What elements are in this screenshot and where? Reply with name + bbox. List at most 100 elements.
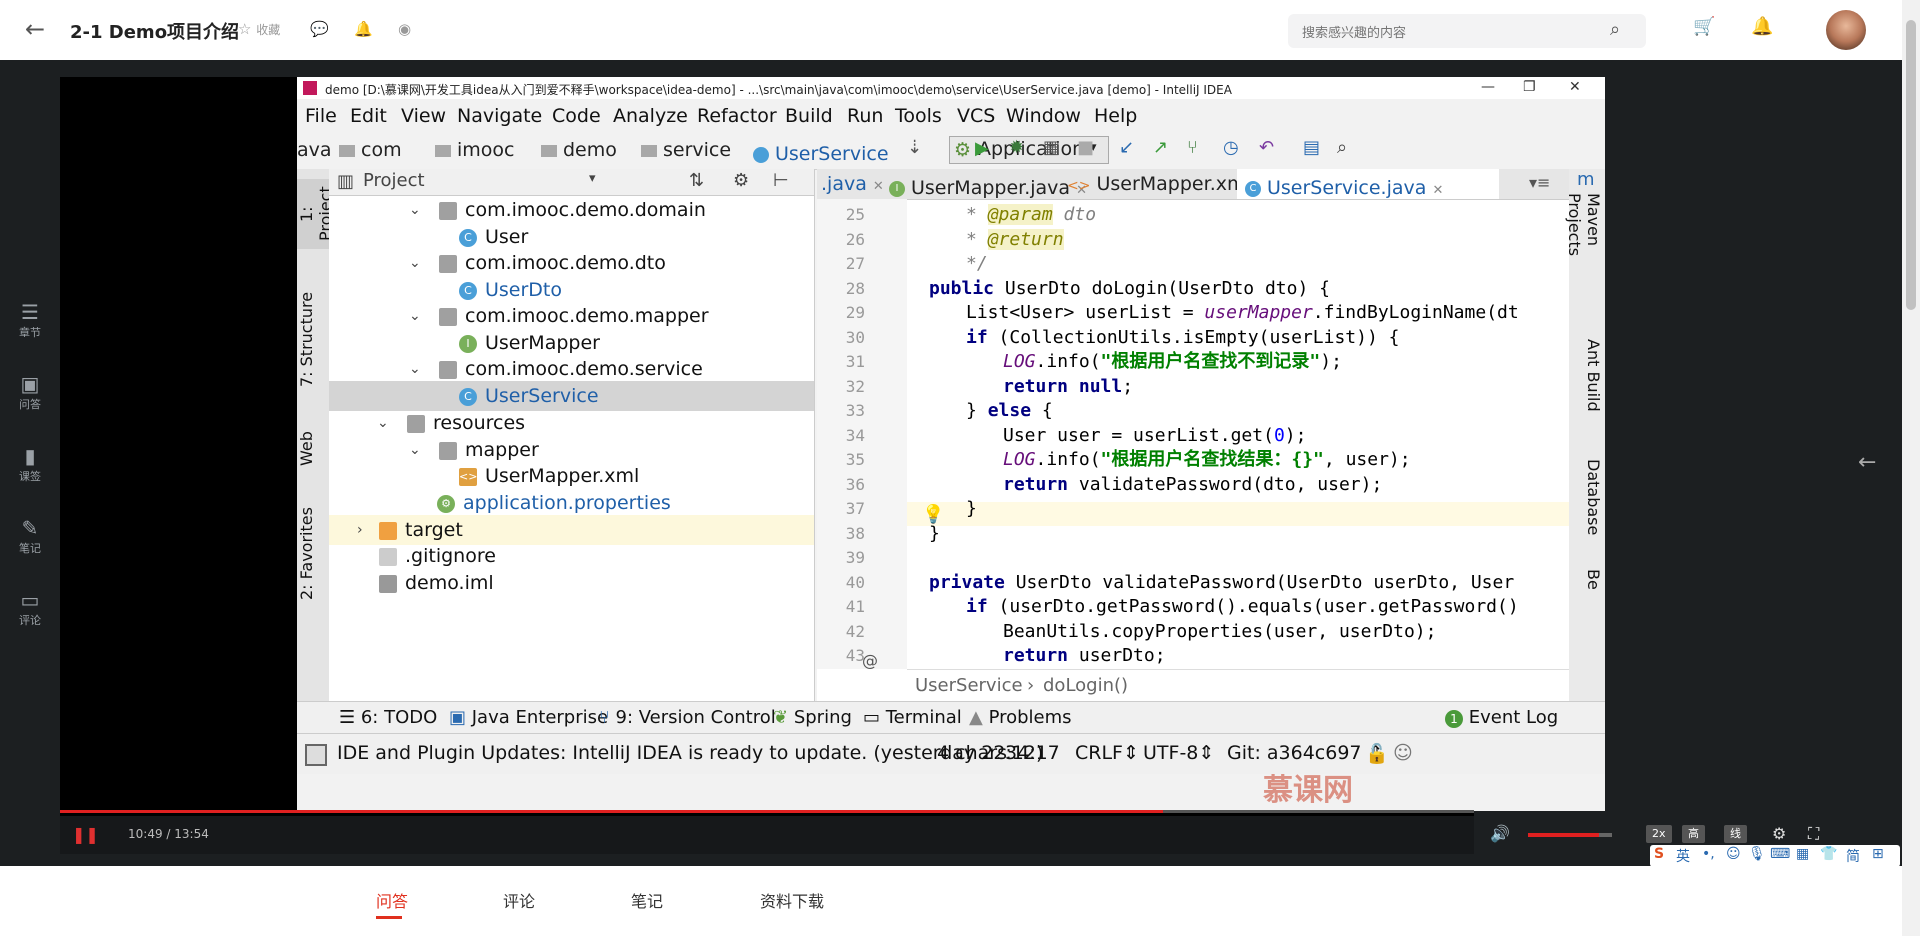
code-line[interactable]: if (CollectionUtils.isEmpty(userList)) {: [966, 326, 1400, 351]
hide-panel-icon[interactable]: ⊢: [773, 170, 789, 191]
editor-tab[interactable]: .java ✕: [821, 173, 884, 195]
menu-run[interactable]: Run: [847, 105, 883, 127]
vcs-revert-icon[interactable]: ↶: [1259, 137, 1274, 158]
menu-window[interactable]: Window: [1006, 105, 1081, 127]
tree-item[interactable]: ⌄ com.imooc.demo.domain: [409, 195, 706, 225]
ime-simplified[interactable]: 简: [1846, 846, 1860, 866]
notification-bell-icon[interactable]: 🔔: [1751, 16, 1773, 37]
settings-gear-icon[interactable]: ⚙: [1772, 824, 1786, 843]
tree-item-selected[interactable]: C UserService: [459, 381, 599, 411]
menu-tools[interactable]: Tools: [895, 105, 942, 127]
collapse-all-icon[interactable]: ⇅: [689, 170, 704, 191]
tool-java-enterprise[interactable]: ▣ Java Enterprise: [449, 707, 608, 728]
inspector-icon[interactable]: ☺: [1393, 742, 1413, 764]
tree-item[interactable]: ⌄ com.imooc.demo.service: [409, 354, 703, 384]
search-everywhere-icon[interactable]: ⌕: [1337, 137, 1347, 158]
vcs-update-icon[interactable]: ↙: [1119, 137, 1134, 158]
tool-spring[interactable]: ❦ Spring: [773, 707, 852, 728]
code-line[interactable]: return userDto;: [1003, 644, 1166, 669]
page-scrollbar[interactable]: [1902, 0, 1920, 936]
code-line[interactable]: BeanUtils.copyProperties(user, userDto);: [1003, 620, 1436, 645]
punctuation-icon[interactable]: •,: [1702, 846, 1715, 862]
tab-downloads[interactable]: 资料下载: [760, 888, 824, 912]
tool-todo[interactable]: ☰ 6: TODO: [339, 707, 437, 728]
tool-problems[interactable]: ▲ Problems: [969, 707, 1072, 728]
close-icon[interactable]: ✕: [1569, 79, 1581, 95]
tree-item[interactable]: ⌄ com.imooc.demo.mapper: [409, 301, 709, 331]
avatar[interactable]: [1826, 10, 1866, 50]
layout-toggle-icon[interactable]: [305, 744, 327, 766]
coverage-icon[interactable]: ▦: [1043, 137, 1060, 158]
code-line[interactable]: return validatePassword(dto, user);: [1003, 473, 1382, 498]
speed-button[interactable]: 2x: [1646, 825, 1672, 843]
tool-version-control[interactable]: ⑂ 9: Version Control: [599, 707, 776, 728]
vcs-history-icon[interactable]: ◷: [1223, 137, 1239, 158]
nav-crumb[interactable]: demo: [541, 139, 617, 161]
qq-share-icon[interactable]: 🔔: [354, 20, 373, 38]
tree-item[interactable]: ⌄ com.imooc.demo.dto: [409, 248, 666, 278]
breadcrumb-class[interactable]: UserService: [915, 675, 1023, 696]
status-caret[interactable]: 34:17: [1005, 742, 1060, 764]
tab-qa[interactable]: 问答: [376, 888, 408, 912]
pause-icon[interactable]: ❚❚: [72, 825, 99, 844]
code-line[interactable]: */: [966, 252, 988, 277]
search-icon[interactable]: ⌕: [1610, 19, 1620, 40]
search-input[interactable]: [1300, 20, 1604, 44]
breadcrumb-method[interactable]: doLogin(): [1043, 675, 1128, 696]
stop-icon[interactable]: ■: [1077, 137, 1094, 158]
tab-list-icon[interactable]: ▾≡: [1529, 173, 1550, 192]
code-line[interactable]: List<User> userList = userMapper.findByL…: [966, 301, 1519, 326]
tree-item[interactable]: .gitignore: [379, 541, 496, 571]
code-line[interactable]: * @return: [966, 228, 1064, 253]
tool-event-log[interactable]: 1 Event Log: [1445, 707, 1558, 728]
menu-vcs[interactable]: VCS: [957, 105, 995, 127]
grid-icon[interactable]: ⊞: [1872, 846, 1884, 862]
rail-item-courseware[interactable]: ▮ 课签: [0, 444, 60, 484]
collapse-arrow-icon[interactable]: ←: [1858, 450, 1876, 475]
gear-icon[interactable]: ⚙: [733, 170, 749, 191]
menu-file[interactable]: File: [305, 105, 337, 127]
menu-refactor[interactable]: Refactor: [697, 105, 777, 127]
project-structure-icon[interactable]: ▤: [1303, 137, 1320, 158]
status-line-separator[interactable]: CRLF⇕: [1075, 742, 1139, 764]
tab-notes[interactable]: 笔记: [631, 888, 663, 912]
code-line[interactable]: LOG.info("根据用户名查找不到记录");: [1003, 350, 1342, 375]
menu-help[interactable]: Help: [1094, 105, 1137, 127]
line-button[interactable]: 线路: [1724, 825, 1747, 858]
nav-crumb[interactable]: imooc: [435, 139, 514, 161]
volume-icon[interactable]: 🔊: [1490, 824, 1510, 843]
nav-crumb[interactable]: ava: [297, 139, 332, 161]
volume-slider[interactable]: [1528, 833, 1612, 837]
code-line[interactable]: private UserDto validatePassword(UserDto…: [929, 571, 1514, 596]
quality-button[interactable]: 高清: [1682, 825, 1705, 858]
debug-icon[interactable]: ✹: [1009, 137, 1024, 158]
back-arrow-icon[interactable]: ←: [20, 14, 50, 44]
lock-icon[interactable]: 🔓: [1365, 742, 1389, 765]
toolbox-icon[interactable]: ▦: [1796, 846, 1809, 862]
tree-item[interactable]: ⌄ resources: [377, 408, 525, 438]
fullscreen-icon[interactable]: ⛶: [1808, 824, 1819, 844]
code-line[interactable]: }: [929, 522, 940, 547]
minimize-icon[interactable]: —: [1481, 79, 1495, 95]
tab-beans[interactable]: Be: [1571, 569, 1603, 609]
nav-crumb[interactable]: UserService: [753, 139, 889, 169]
chevron-down-icon[interactable]: ▾: [589, 171, 596, 186]
tab-database[interactable]: Database: [1571, 459, 1603, 539]
rail-item-note[interactable]: ✎ 笔记: [0, 516, 60, 556]
tab-comments[interactable]: 评论: [503, 888, 535, 912]
menu-navigate[interactable]: Navigate: [457, 105, 542, 127]
tab-ant-build[interactable]: Ant Build: [1571, 339, 1603, 419]
editor-tab[interactable]: I UserMapper.java ✕: [889, 173, 1087, 203]
code-line[interactable]: * @param dto: [966, 203, 1096, 228]
tree-item[interactable]: ⚙ application.properties: [437, 488, 671, 518]
maximize-icon[interactable]: ❐: [1523, 79, 1536, 95]
tab-project[interactable]: 1: Project: [297, 179, 335, 249]
menu-build[interactable]: Build: [785, 105, 833, 127]
emoji-icon[interactable]: ☺: [1726, 846, 1741, 862]
tree-item[interactable]: demo.iml: [379, 568, 494, 598]
code-line[interactable]: User user = userList.get(0);: [1003, 424, 1306, 449]
nav-crumb[interactable]: com: [339, 139, 402, 161]
sort-icon[interactable]: ⇣: [907, 137, 922, 158]
status-git[interactable]: Git: a364c697 ⇕: [1227, 742, 1383, 764]
tree-item[interactable]: <> UserMapper.xml: [459, 461, 639, 491]
